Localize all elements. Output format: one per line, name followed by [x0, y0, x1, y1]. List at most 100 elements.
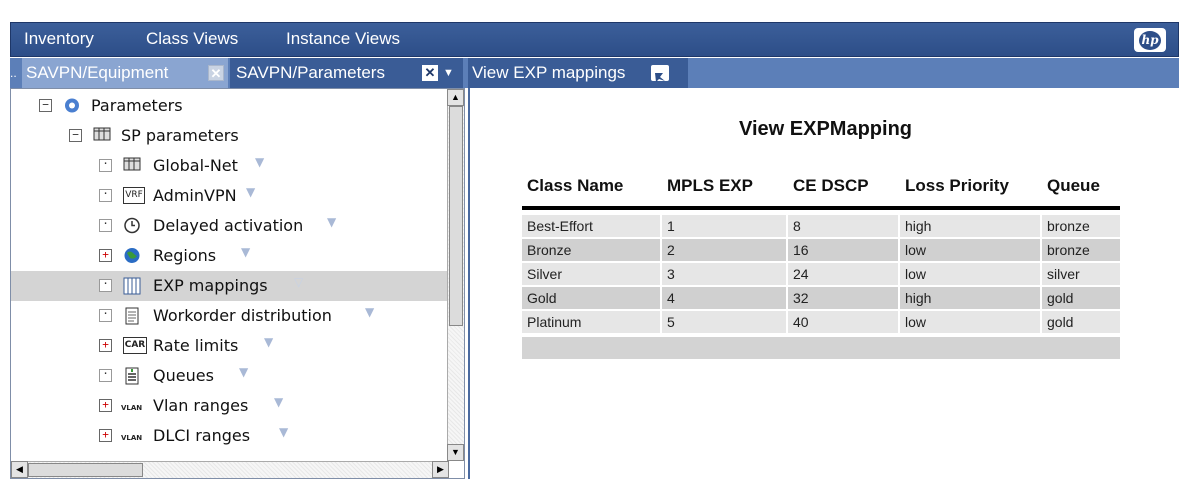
cell-queue: gold	[1042, 287, 1120, 309]
tab-label: SAVPN/Parameters	[236, 63, 385, 82]
dropdown-arrow-icon[interactable]: ▼	[239, 365, 248, 379]
tree-node-label: Delayed activation	[153, 216, 304, 235]
globe-icon	[123, 247, 141, 264]
gear-icon	[63, 97, 81, 114]
queue-icon	[123, 367, 141, 385]
tree-node-label: Global-Net	[153, 156, 238, 175]
vrf-icon: VRF	[123, 187, 145, 204]
tree-node-delayed-activation[interactable]: Delayed activation ▼	[11, 211, 449, 241]
leaf-marker-icon	[99, 189, 112, 202]
tab-savpn-parameters[interactable]: SAVPN/Parameters ✕ ▼	[230, 58, 463, 88]
cell-loss-priority: low	[900, 311, 1040, 333]
tree-node-label: Regions	[153, 246, 217, 265]
vlan-icon: VLAN	[121, 434, 143, 442]
tab-overflow-indicator[interactable]: ..	[10, 58, 22, 88]
vertical-scroll-thumb[interactable]	[449, 106, 463, 326]
menu-class-views[interactable]: Class Views	[146, 29, 238, 49]
tree-node-global-net[interactable]: Global-Net ▼	[11, 151, 449, 181]
table-icon	[93, 127, 111, 144]
table-row[interactable]: Gold 4 32 high gold	[522, 287, 1120, 309]
header-divider	[522, 206, 1120, 210]
tree-node-dlci-ranges[interactable]: + VLAN DLCI ranges ▼	[11, 421, 449, 451]
dropdown-arrow-icon[interactable]: ▼	[264, 335, 273, 349]
tree-node-label: Rate limits	[153, 336, 239, 355]
scroll-down-icon[interactable]: ▼	[447, 444, 464, 461]
close-icon[interactable]: ✕	[208, 65, 224, 81]
tree-node-label: SP parameters	[121, 126, 239, 145]
close-icon[interactable]: ✕	[422, 65, 438, 81]
cell-mpls-exp: 5	[662, 311, 786, 333]
tree-node-label: Workorder distribution	[153, 306, 332, 325]
scroll-up-icon[interactable]: ▲	[447, 89, 464, 106]
cell-ce-dscp: 8	[788, 215, 898, 237]
table-footer	[522, 337, 1120, 359]
scroll-left-icon[interactable]: ◀	[11, 461, 28, 478]
pin-icon[interactable]	[651, 65, 669, 82]
table-row[interactable]: Bronze 2 16 low bronze	[522, 239, 1120, 261]
column-header-class-name[interactable]: Class Name	[527, 176, 623, 196]
tree-horizontal-scrollbar[interactable]: ◀ ▶	[11, 461, 449, 478]
column-header-queue[interactable]: Queue	[1047, 176, 1100, 196]
table-row[interactable]: Platinum 5 40 low gold	[522, 311, 1120, 333]
cell-ce-dscp: 32	[788, 287, 898, 309]
expand-icon[interactable]: +	[99, 399, 112, 412]
cell-queue: silver	[1042, 263, 1120, 285]
table-row[interactable]: Silver 3 24 low silver	[522, 263, 1120, 285]
tab-bar: .. SAVPN/Equipment ✕ SAVPN/Parameters ✕ …	[10, 58, 1179, 88]
tree-node-sp-parameters[interactable]: − SP parameters	[11, 121, 449, 151]
hp-logo: hp	[1134, 28, 1166, 52]
tree-node-rate-limits[interactable]: + CAR Rate limits ▼	[11, 331, 449, 361]
collapse-icon[interactable]: −	[69, 129, 82, 142]
dropdown-arrow-icon[interactable]: ▼	[241, 245, 250, 259]
cell-queue: bronze	[1042, 239, 1120, 261]
expand-icon[interactable]: +	[99, 249, 112, 262]
cell-queue: gold	[1042, 311, 1120, 333]
expand-icon[interactable]: +	[99, 429, 112, 442]
horizontal-scroll-thumb[interactable]	[28, 463, 143, 477]
document-icon	[123, 307, 141, 325]
leaf-marker-icon	[99, 219, 112, 232]
tree-node-vlan-ranges[interactable]: + VLAN Vlan ranges ▼	[11, 391, 449, 421]
tab-savpn-equipment[interactable]: SAVPN/Equipment ✕	[22, 58, 228, 88]
tab-label: View EXP mappings	[472, 63, 626, 82]
dropdown-arrow-icon[interactable]: ▼	[274, 395, 283, 409]
tree-node-label: Queues	[153, 366, 214, 385]
menu-instance-views[interactable]: Instance Views	[286, 29, 400, 49]
column-header-mpls-exp[interactable]: MPLS EXP	[667, 176, 753, 196]
dropdown-arrow-icon[interactable]: ▼	[365, 305, 374, 319]
cell-class-name: Silver	[522, 263, 660, 285]
cell-mpls-exp: 1	[662, 215, 786, 237]
tree-node-queues[interactable]: Queues ▼	[11, 361, 449, 391]
column-header-ce-dscp[interactable]: CE DSCP	[793, 176, 869, 196]
hp-logo-text: hp	[1139, 30, 1161, 50]
tree-node-label: DLCI ranges	[153, 426, 251, 445]
scroll-right-icon[interactable]: ▶	[432, 461, 449, 478]
chevron-down-icon[interactable]: ▼	[443, 58, 454, 88]
tree-node-label: EXP mappings	[153, 276, 268, 295]
cell-ce-dscp: 16	[788, 239, 898, 261]
dropdown-arrow-icon[interactable]: ▼	[255, 155, 264, 169]
tree-node-parameters[interactable]: − Parameters	[11, 91, 449, 121]
tab-view-exp-mappings[interactable]: View EXP mappings	[468, 58, 688, 88]
cell-loss-priority: high	[900, 287, 1040, 309]
expand-icon[interactable]: +	[99, 339, 112, 352]
dropdown-arrow-icon[interactable]: ▼	[327, 215, 336, 229]
leaf-marker-icon	[99, 309, 112, 322]
collapse-icon[interactable]: −	[39, 99, 52, 112]
tab-label: SAVPN/Equipment	[26, 63, 169, 82]
table-row[interactable]: Best-Effort 1 8 high bronze	[522, 215, 1120, 237]
dropdown-arrow-icon[interactable]: ▽	[294, 275, 303, 289]
cell-class-name: Best-Effort	[522, 215, 660, 237]
tree-node-exp-mappings[interactable]: EXP mappings ▽	[11, 271, 449, 301]
cell-queue: bronze	[1042, 215, 1120, 237]
page-title: View EXPMapping	[739, 118, 912, 140]
tree-node-adminvpn[interactable]: VRF AdminVPN ▼	[11, 181, 449, 211]
dropdown-arrow-icon[interactable]: ▼	[279, 425, 288, 439]
tree-vertical-scrollbar[interactable]: ▲ ▼	[447, 89, 464, 461]
menu-inventory[interactable]: Inventory	[24, 29, 94, 49]
dropdown-arrow-icon[interactable]: ▼	[246, 185, 255, 199]
tree-node-workorder-distribution[interactable]: Workorder distribution ▼	[11, 301, 449, 331]
main-menubar: Inventory Class Views Instance Views hp	[10, 22, 1179, 57]
column-header-loss-priority[interactable]: Loss Priority	[905, 176, 1009, 196]
tree-node-regions[interactable]: + Regions ▼	[11, 241, 449, 271]
